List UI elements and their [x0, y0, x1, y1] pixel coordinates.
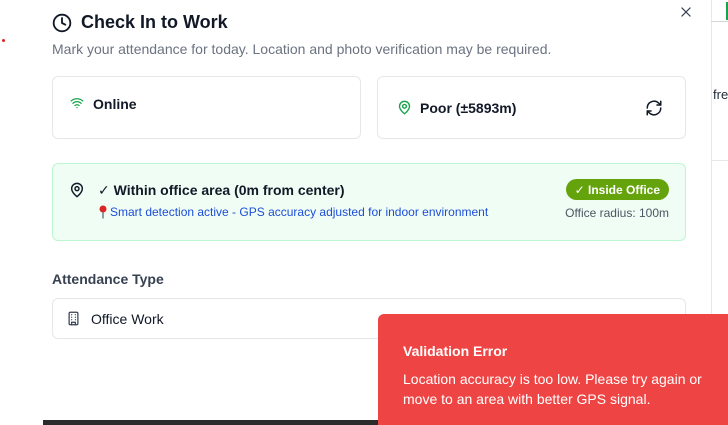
toast-title: Validation Error [403, 343, 508, 359]
close-button[interactable] [678, 4, 694, 20]
attendance-type-label: Attendance Type [52, 271, 164, 287]
attendance-type-value: Office Work [91, 310, 164, 327]
location-status-text: ✓ Within office area (0m from center) [98, 182, 345, 198]
smart-detection-note: Smart detection active - GPS accuracy ad… [98, 205, 488, 219]
dialog-title: Check In to Work [81, 12, 228, 32]
gps-status-card: Poor (±5893m) [377, 76, 686, 139]
background-indicator-dot [2, 39, 5, 42]
background-divider [711, 160, 728, 161]
office-radius-text: Office radius: 100m [565, 206, 669, 220]
dialog-header: Check In to Work [52, 12, 228, 33]
network-status-label: Online [93, 96, 137, 112]
gps-accuracy-label: Poor (±5893m) [420, 99, 517, 116]
location-status-panel: ✓ Within office area (0m from center) Sm… [52, 163, 686, 241]
toast-message: Location accuracy is too low. Please try… [403, 371, 702, 407]
page: fre Check In to Work Mark your attendanc… [0, 0, 728, 425]
refresh-icon[interactable] [645, 99, 663, 117]
background-text: fre [713, 87, 728, 102]
inside-office-badge: ✓ Inside Office [565, 179, 669, 200]
wifi-icon [70, 98, 84, 109]
dialog-subtitle: Mark your attendance for today. Location… [52, 41, 552, 57]
pushpin-icon [99, 205, 107, 219]
smart-detection-text: Smart detection active - GPS accuracy ad… [110, 205, 489, 219]
clock-icon [52, 13, 72, 32]
building-icon [68, 311, 79, 326]
validation-error-toast[interactable]: Validation Error Location accuracy is to… [378, 314, 728, 425]
map-pin-icon [70, 182, 84, 198]
close-icon [681, 7, 691, 17]
network-status-card: Online [52, 76, 361, 139]
map-pin-icon [398, 100, 411, 115]
